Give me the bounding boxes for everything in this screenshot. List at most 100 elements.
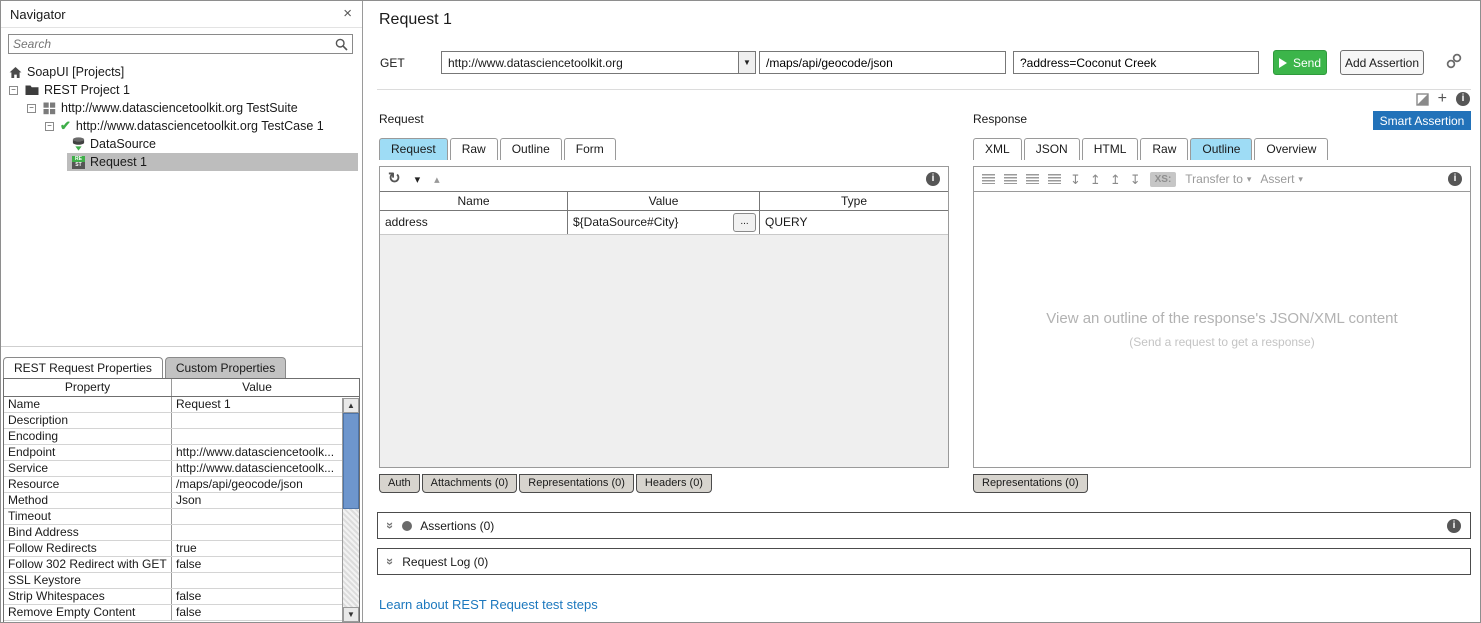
property-row[interactable]: SSL Keystore [4, 573, 359, 589]
property-row[interactable]: Strip Whitespacesfalse [4, 589, 359, 605]
tab-representations[interactable]: Representations (0) [973, 474, 1088, 493]
empty-state-title: View an outline of the response's JSON/X… [1046, 310, 1397, 327]
endpoint-combobox[interactable]: http://www.datasciencetoolkit.org ▼ [441, 51, 756, 74]
assertions-bar[interactable]: » Assertions (0) i [377, 512, 1471, 539]
xs-toggle-button[interactable]: XS: [1150, 172, 1177, 187]
collapse-expander-icon[interactable]: − [9, 86, 18, 95]
plus-icon[interactable]: + [1438, 92, 1447, 106]
scroll-top-icon[interactable]: ↥ [1090, 173, 1101, 186]
property-row[interactable]: MethodJson [4, 493, 359, 509]
outline-collapse-all-icon[interactable] [1004, 174, 1017, 184]
info-icon[interactable]: i [1448, 172, 1462, 186]
close-icon[interactable]: × [343, 5, 352, 22]
scrollbar-thumb[interactable] [343, 413, 359, 509]
property-row[interactable]: Resource/maps/api/geocode/json [4, 477, 359, 493]
layout-split-icon[interactable] [1416, 93, 1429, 106]
search-input[interactable] [9, 37, 335, 51]
tab-representations[interactable]: Representations (0) [519, 474, 634, 493]
next-node-icon[interactable]: ↧ [1130, 173, 1141, 186]
tab-auth[interactable]: Auth [379, 474, 420, 493]
edit-value-button[interactable]: ... [733, 213, 756, 232]
tree-item-rest-project[interactable]: − REST Project 1 [1, 81, 362, 99]
tree-item-label: http://www.datasciencetoolkit.org TestCa… [76, 119, 324, 133]
outline-expand-all-icon[interactable] [982, 174, 995, 184]
property-row[interactable]: Servicehttp://www.datasciencetoolk... [4, 461, 359, 477]
property-row[interactable]: Description [4, 413, 359, 429]
tab-outline[interactable]: Outline [1190, 138, 1252, 160]
response-outline-panel: ↧ ↥ ↥ ↧ XS: Transfer to ▾ Assert ▾ i Vie… [973, 166, 1471, 468]
param-name-cell[interactable]: address [380, 211, 568, 234]
tab-json[interactable]: JSON [1024, 138, 1080, 160]
tree-item-testcase[interactable]: − ✔ http://www.datasciencetoolkit.org Te… [1, 117, 362, 135]
property-row[interactable]: Follow 302 Redirect with GETfalse [4, 557, 359, 573]
query-string-field[interactable] [1013, 51, 1259, 74]
property-row[interactable]: NameRequest 1 [4, 397, 359, 413]
tree-item-datasource[interactable]: DataSource [1, 135, 362, 153]
resource-field[interactable] [759, 51, 1006, 74]
send-button[interactable]: Send [1273, 50, 1327, 75]
tab-headers[interactable]: Headers (0) [636, 474, 712, 493]
move-down-icon[interactable]: ▾ [415, 173, 421, 186]
tree-item-label: http://www.datasciencetoolkit.org TestSu… [61, 101, 298, 115]
properties-scrollbar[interactable]: ▲ ▼ [342, 398, 359, 622]
property-row[interactable]: Endpointhttp://www.datasciencetoolk... [4, 445, 359, 461]
info-icon[interactable]: i [1456, 92, 1470, 106]
transfer-to-menu[interactable]: Transfer to ▾ [1185, 172, 1251, 186]
navigator-title: Navigator [10, 7, 66, 22]
datasource-icon [72, 137, 85, 151]
request-params-panel: ↻ ▾ ▴ i Name Value Type address ${DataSo… [379, 166, 949, 468]
request-tabs: Request Raw Outline Form [379, 138, 616, 160]
info-icon[interactable]: i [926, 172, 940, 186]
tab-html[interactable]: HTML [1082, 138, 1139, 160]
assert-menu[interactable]: Assert ▾ [1260, 172, 1303, 186]
scroll-up-icon[interactable]: ▲ [343, 398, 359, 413]
tree-item-request-selected[interactable]: RE ST Request 1 [1, 153, 362, 171]
page-title: Request 1 [379, 11, 452, 29]
tree-item-label: DataSource [90, 137, 156, 151]
expand-chevron-icon[interactable]: » [383, 522, 398, 529]
property-row[interactable]: Timeout [4, 509, 359, 525]
properties-tabs: REST Request Properties Custom Propertie… [3, 357, 286, 378]
info-icon[interactable]: i [1447, 519, 1461, 533]
scroll-down-icon[interactable]: ▼ [343, 607, 359, 622]
request-log-bar[interactable]: » Request Log (0) [377, 548, 1471, 575]
smart-assertion-button[interactable]: Smart Assertion [1373, 111, 1471, 130]
tab-rest-request-properties[interactable]: REST Request Properties [3, 357, 163, 378]
tab-raw[interactable]: Raw [1140, 138, 1188, 160]
chain-link-icon[interactable] [1445, 52, 1463, 70]
column-header-value: Value [172, 379, 342, 396]
add-assertion-button[interactable]: Add Assertion [1340, 50, 1424, 75]
tab-custom-properties[interactable]: Custom Properties [165, 357, 286, 378]
expand-chevron-icon[interactable]: » [383, 558, 398, 565]
tab-attachments[interactable]: Attachments (0) [422, 474, 518, 493]
param-value-cell[interactable]: ${DataSource#City} ... [568, 211, 760, 234]
property-row[interactable]: Encoding [4, 429, 359, 445]
toolbar-separator [377, 89, 1471, 90]
property-row[interactable]: Follow Redirectstrue [4, 541, 359, 557]
tab-request[interactable]: Request [379, 138, 448, 160]
property-row[interactable]: Bind Address [4, 525, 359, 541]
tree-item-testsuite[interactable]: − http://www.datasciencetoolkit.org Test… [1, 99, 362, 117]
tab-overview[interactable]: Overview [1254, 138, 1328, 160]
send-button-label: Send [1293, 56, 1321, 70]
refresh-icon[interactable]: ↻ [388, 171, 401, 187]
tab-xml[interactable]: XML [973, 138, 1022, 160]
tree-item-soapui-projects[interactable]: SoapUI [Projects] [1, 63, 362, 81]
response-tabs: XML JSON HTML Raw Outline Overview [973, 138, 1328, 160]
tab-outline[interactable]: Outline [500, 138, 562, 160]
outline-expand-level-icon[interactable] [1026, 174, 1039, 184]
outline-collapse-level-icon[interactable] [1048, 174, 1061, 184]
property-row[interactable]: Remove Empty Contentfalse [4, 605, 359, 621]
param-type-cell[interactable]: QUERY [760, 211, 948, 234]
prev-node-icon[interactable]: ↥ [1110, 173, 1121, 186]
param-row[interactable]: address ${DataSource#City} ... QUERY [380, 211, 948, 235]
collapse-expander-icon[interactable]: − [45, 122, 54, 131]
tab-raw[interactable]: Raw [450, 138, 498, 160]
scroll-bottom-icon[interactable]: ↧ [1070, 173, 1081, 186]
move-up-icon[interactable]: ▴ [434, 173, 440, 186]
collapse-expander-icon[interactable]: − [27, 104, 36, 113]
learn-about-link[interactable]: Learn about REST Request test steps [379, 597, 598, 612]
navigator-splitter[interactable] [1, 346, 362, 347]
tab-form[interactable]: Form [564, 138, 616, 160]
chevron-down-icon[interactable]: ▼ [738, 52, 755, 73]
